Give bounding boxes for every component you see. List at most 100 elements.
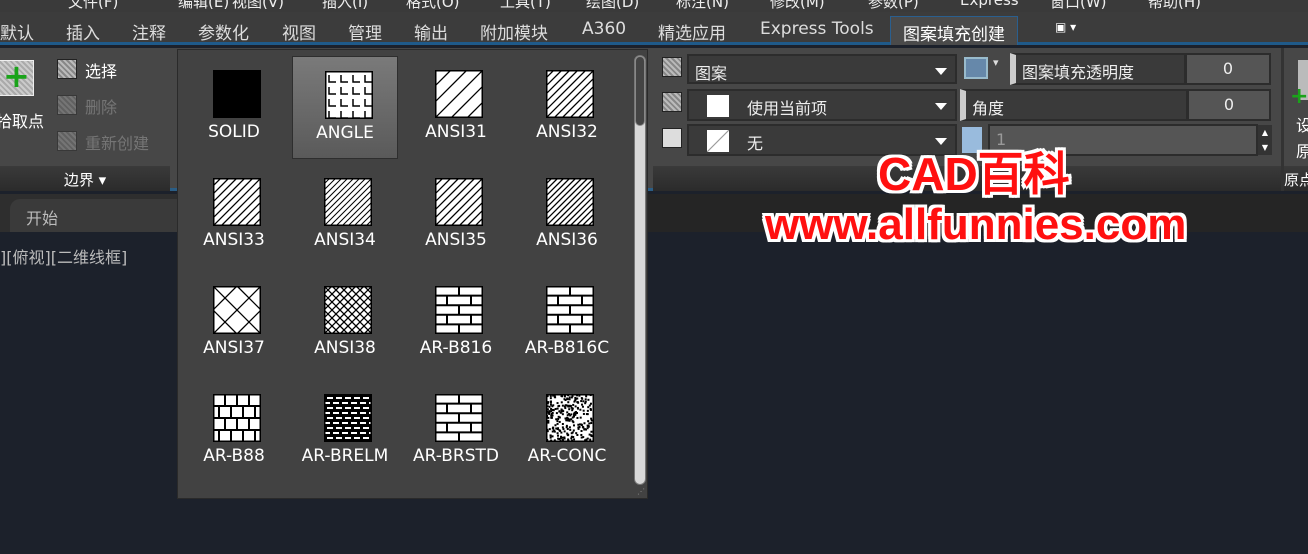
pattern-ansi33[interactable]: ANSI33 [181,164,287,267]
pattern-swatch-icon [546,394,594,442]
select-button[interactable]: 选择 [55,57,165,81]
menu-item[interactable]: 工具(T) [500,0,551,12]
pattern-label: ANSI35 [425,230,487,250]
ribbon-tab[interactable]: Express Tools [760,19,874,39]
ribbon-tab[interactable]: 默认 [0,19,34,44]
pattern-label: ANSI36 [536,230,598,250]
ribbon-tab[interactable]: 管理 [348,19,382,44]
transparency-label: 图案填充透明度 [1010,53,1186,85]
hatch-color-icon [662,92,682,112]
pattern-swatch-icon [546,70,594,118]
remove-button[interactable]: 删除 [55,93,165,117]
recreate-label: 重新创建 [85,134,150,153]
pattern-swatch-icon [435,178,483,226]
watermark-title: CAD百科 [878,148,1070,200]
pattern-label: ANSI31 [425,122,487,142]
menu-item[interactable]: 格式(O) [406,0,460,12]
pattern-ar-brstd[interactable]: AR-BRSTD [403,380,509,483]
resize-grip[interactable]: ⋰ [637,487,645,496]
pattern-ar-b816[interactable]: AR-B816 [403,272,509,375]
menu-item[interactable]: 视图(V) [232,0,284,12]
viewport-controls[interactable]: ][俯视][二维线框] [0,244,127,268]
pattern-ansi36[interactable]: ANSI36 [514,164,620,267]
pattern-swatch-icon [213,70,261,118]
menu-item[interactable]: 修改(M) [770,0,825,12]
menu-item[interactable]: 帮助(H) [1148,0,1201,12]
ribbon-tab[interactable]: 插入 [66,19,100,44]
angle-label: 角度 [960,89,1188,121]
menu-item[interactable]: 绘图(D) [586,0,639,12]
select-label: 选择 [85,62,118,81]
pattern-ansi38[interactable]: ANSI38 [292,272,398,375]
pattern-solid[interactable]: SOLID [181,56,287,159]
hatch-type-dropdown[interactable]: 图案 [687,54,957,84]
pattern-ar-conc[interactable]: AR-CONC [514,380,620,483]
pattern-ar-b816c[interactable]: AR-B816C [514,272,620,375]
pattern-ansi37[interactable]: ANSI37 [181,272,287,375]
pattern-ansi34[interactable]: ANSI34 [292,164,398,267]
pattern-label: AR-B816C [524,338,610,358]
ribbon-tab[interactable]: 图案填充创建 [890,16,1018,45]
pattern-swatch-icon [435,394,483,442]
ribbon-tab[interactable]: 附加模块 [480,19,548,44]
pattern-label: ANSI33 [203,230,265,250]
boundary-panel-label[interactable]: 边界 ▾ [0,166,170,191]
menu-item[interactable]: Express [960,0,1019,9]
menu-item[interactable]: 参数(P) [868,0,919,12]
set-origin-button[interactable]: + 设 原 [1290,56,1308,161]
ribbon-tab[interactable]: 视图 [282,19,316,44]
ribbon-tab[interactable]: 输出 [414,19,448,44]
pick-points-button[interactable]: + 拾取点 [0,57,48,132]
menu-bar: 文件(F) 编辑(E) 视图(V) 插入(I) 格式(O) 工具(T) 绘图(D) 标注(N)… [0,0,1308,12]
pattern-ar-brelm[interactable]: AR-BRELM [292,380,398,483]
none-swatch [707,130,729,152]
pattern-label: AR-BRELM [301,446,389,466]
pattern-label: SOLID [208,122,260,142]
color-swatch [707,95,729,117]
menu-item[interactable]: 标注(N) [676,0,729,12]
transparency-input[interactable]: 0 [1185,53,1271,85]
pick-points-label: 拾取点 [0,112,45,131]
remove-icon [57,95,77,115]
pattern-label: ANGLE [316,123,374,143]
ribbon-tab[interactable]: 参数化 [198,19,249,44]
ribbon-tab[interactable]: A360 [582,19,626,39]
doc-tab-start[interactable]: 开始 [10,199,190,232]
angle-input[interactable]: 0 [1187,89,1271,121]
hatch-pattern-gallery: SOLID ANGLE ANSI31 ANSI32 ANSI33 ANSI34 ANSI35… [177,49,648,499]
menu-item[interactable]: 插入(I) [322,0,368,12]
origin-panel-label: 原点 [1284,166,1308,191]
scale-spinner[interactable]: ▲ ▼ [1258,125,1272,155]
pattern-ansi32[interactable]: ANSI32 [514,56,620,159]
pattern-ansi31[interactable]: ANSI31 [403,56,509,159]
menu-item[interactable]: 窗口(W) [1050,0,1107,12]
pattern-swatch-icon [546,286,594,334]
recreate-button[interactable]: 重新创建 [55,129,165,153]
pattern-swatch-icon [435,286,483,334]
select-icon [57,59,77,79]
pattern-swatch-icon [213,394,261,442]
hatch-color-dropdown[interactable]: 使用当前项 [687,89,957,121]
pattern-swatch-icon [324,178,372,226]
menu-item[interactable]: 文件(F) [68,0,118,12]
pattern-label: ANSI37 [203,338,265,358]
pattern-swatch-icon [435,70,483,118]
scrollbar-thumb[interactable] [635,56,645,126]
pattern-ar-b88[interactable]: AR-B88 [181,380,287,483]
pattern-swatch-icon [213,286,261,334]
menu-item[interactable]: 编辑(E) [178,0,229,12]
gallery-scrollbar[interactable] [634,55,646,485]
add-icon: + [0,57,34,96]
background-color-icon [662,128,682,148]
watermark-url: www.allfunnies.com [765,200,1187,249]
pattern-label: ANSI32 [536,122,598,142]
ribbon-tab[interactable]: 精选应用 [658,19,726,44]
pattern-angle[interactable]: ANGLE [292,56,398,159]
workspace-toggle-icon[interactable]: ▣ ▾ [1055,20,1076,34]
ribbon-tab[interactable]: 注释 [132,19,166,44]
pattern-label: AR-BRSTD [412,446,500,466]
pattern-swatch-icon [213,178,261,226]
transparency-icon[interactable] [964,57,988,79]
pattern-label: AR-CONC [527,446,607,466]
pattern-ansi35[interactable]: ANSI35 [403,164,509,267]
